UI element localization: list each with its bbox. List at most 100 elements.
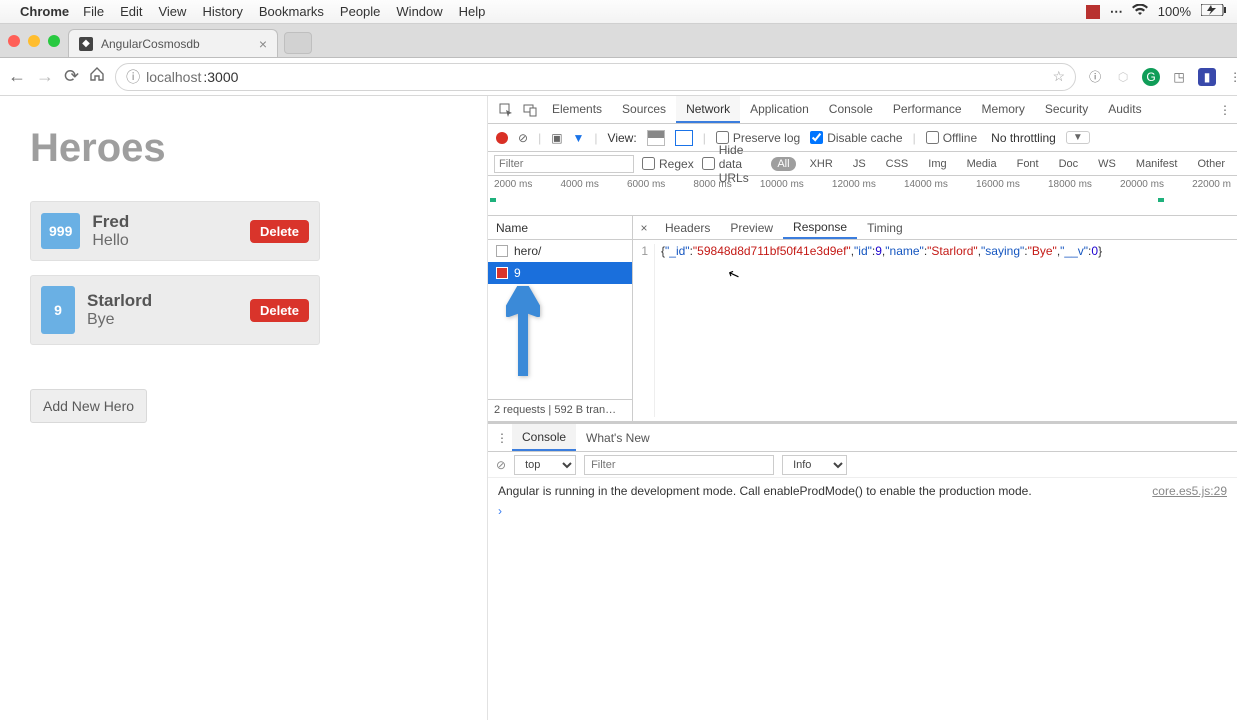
request-row[interactable]: 9 — [488, 262, 632, 284]
network-timeline[interactable]: 2000 ms 4000 ms 6000 ms 8000 ms 10000 ms… — [488, 176, 1237, 216]
forward-button[interactable]: → — [36, 66, 54, 87]
console-source-link[interactable]: core.es5.js:29 — [1152, 484, 1227, 498]
filter-type-manifest[interactable]: Manifest — [1130, 157, 1184, 171]
window-controls — [8, 24, 60, 57]
home-button[interactable] — [89, 66, 105, 87]
hero-card[interactable]: 999 Fred Hello Delete — [30, 201, 320, 261]
hero-card[interactable]: 9 Starlord Bye Delete — [30, 275, 320, 345]
ext-purple-icon[interactable]: ▮ — [1198, 68, 1216, 86]
devtools-tab-application[interactable]: Application — [740, 96, 819, 123]
close-tab-icon[interactable]: × — [259, 36, 267, 52]
clear-console-icon[interactable]: ⊘ — [496, 458, 506, 472]
console-prompt[interactable]: › — [498, 504, 1227, 518]
maximize-window-button[interactable] — [48, 35, 60, 47]
devtools-tab-security[interactable]: Security — [1035, 96, 1098, 123]
ext-info-icon[interactable]: ⓘ — [1086, 68, 1104, 86]
filter-type-ws[interactable]: WS — [1092, 157, 1122, 171]
wifi-icon[interactable] — [1132, 4, 1148, 19]
regex-checkbox[interactable]: Regex — [642, 157, 694, 171]
menubar-app[interactable]: Chrome — [20, 4, 69, 19]
devtools-tab-sources[interactable]: Sources — [612, 96, 676, 123]
console-message: Angular is running in the development mo… — [498, 484, 1152, 498]
menu-view[interactable]: View — [158, 4, 186, 19]
view-small-icon[interactable] — [675, 130, 693, 146]
detail-tab-timing[interactable]: Timing — [857, 216, 913, 239]
bookmark-star-icon[interactable]: ☆ — [1053, 68, 1066, 85]
filter-type-xhr[interactable]: XHR — [804, 157, 839, 171]
detail-tab-response[interactable]: Response — [783, 216, 857, 239]
offline-checkbox[interactable]: Offline — [926, 131, 977, 145]
request-name: hero/ — [514, 244, 541, 258]
clear-button[interactable]: ⊘ — [518, 131, 528, 145]
timeline-tick: 2000 ms — [494, 179, 532, 190]
delete-hero-button[interactable]: Delete — [250, 220, 309, 243]
throttling-select[interactable]: No throttling — [991, 131, 1056, 145]
console-level-select[interactable]: Info — [782, 455, 847, 475]
devtools-tab-audits[interactable]: Audits — [1098, 96, 1151, 123]
record-button[interactable] — [496, 132, 508, 144]
menu-help[interactable]: Help — [459, 4, 486, 19]
devtools-tab-console[interactable]: Console — [819, 96, 883, 123]
request-list-header[interactable]: Name — [488, 216, 632, 240]
drawer-tab-whatsnew[interactable]: What's New — [576, 424, 660, 451]
network-filter-input[interactable] — [494, 155, 634, 173]
menu-edit[interactable]: Edit — [120, 4, 142, 19]
site-info-icon[interactable]: ⓘ — [126, 67, 140, 87]
filter-toggle-icon[interactable]: ▼ — [573, 131, 585, 145]
battery-icon — [1201, 4, 1227, 19]
reload-button[interactable]: ⟳ — [64, 66, 79, 87]
filter-type-all[interactable]: All — [771, 157, 795, 171]
capture-screenshots-icon[interactable]: ▣ — [551, 131, 562, 145]
menu-window[interactable]: Window — [396, 4, 442, 19]
devtools-tab-elements[interactable]: Elements — [542, 96, 612, 123]
devtools-tab-performance[interactable]: Performance — [883, 96, 972, 123]
console-filter-input[interactable] — [584, 455, 774, 475]
filter-type-img[interactable]: Img — [922, 157, 952, 171]
add-hero-button[interactable]: Add New Hero — [30, 389, 147, 423]
devtools-tab-memory[interactable]: Memory — [972, 96, 1035, 123]
filter-type-js[interactable]: JS — [847, 157, 872, 171]
ext-angular-icon[interactable]: ⬡ — [1114, 68, 1132, 86]
request-row[interactable]: hero/ — [488, 240, 632, 262]
menu-people[interactable]: People — [340, 4, 380, 19]
delete-hero-button[interactable]: Delete — [250, 299, 309, 322]
throttling-dropdown-icon[interactable]: ▼ — [1066, 131, 1090, 144]
close-detail-icon[interactable]: × — [633, 216, 655, 239]
response-body[interactable]: 1 {"_id":"59848d8d711bf50f41e3d9ef","id"… — [633, 240, 1237, 421]
detail-tab-preview[interactable]: Preview — [720, 216, 783, 239]
device-toolbar-icon[interactable] — [518, 96, 542, 123]
detail-tab-headers[interactable]: Headers — [655, 216, 720, 239]
devtools-menu-icon[interactable]: ⋮ — [1213, 96, 1237, 123]
request-type-icon — [496, 267, 508, 279]
address-bar[interactable]: ⓘ localhost:3000 ☆ — [115, 63, 1076, 91]
menu-history[interactable]: History — [202, 4, 242, 19]
filter-type-font[interactable]: Font — [1011, 157, 1045, 171]
close-window-button[interactable] — [8, 35, 20, 47]
ext-grammarly-icon[interactable]: G — [1142, 68, 1160, 86]
minimize-window-button[interactable] — [28, 35, 40, 47]
filter-type-doc[interactable]: Doc — [1053, 157, 1085, 171]
drawer-menu-icon[interactable]: ⋮ — [492, 424, 512, 451]
timeline-tick: 14000 ms — [904, 179, 948, 190]
view-large-icon[interactable] — [647, 130, 665, 146]
devtools-tab-network[interactable]: Network — [676, 96, 740, 123]
back-button[interactable]: ← — [8, 66, 26, 87]
drawer-tab-console[interactable]: Console — [512, 424, 576, 451]
new-tab-button[interactable] — [284, 32, 312, 54]
inspect-element-icon[interactable] — [494, 96, 518, 123]
menu-bookmarks[interactable]: Bookmarks — [259, 4, 324, 19]
disable-cache-checkbox[interactable]: Disable cache — [810, 131, 902, 145]
console-context-select[interactable]: top — [514, 455, 576, 475]
ext-generic-icon[interactable]: ◳ — [1170, 68, 1188, 86]
browser-menu-icon[interactable]: ⋮ — [1226, 68, 1237, 86]
console-message-row[interactable]: Angular is running in the development mo… — [498, 484, 1227, 498]
filter-type-media[interactable]: Media — [961, 157, 1003, 171]
tab-title: AngularCosmosdb — [101, 37, 200, 51]
extension-icons: ⓘ ⬡ G ◳ ▮ ⋮ — [1086, 68, 1237, 86]
browser-tab[interactable]: ◆ AngularCosmosdb × — [68, 29, 278, 57]
hero-id-badge: 999 — [41, 213, 80, 249]
filter-type-css[interactable]: CSS — [880, 157, 915, 171]
status-overflow-icon[interactable] — [1110, 4, 1122, 20]
filter-type-other[interactable]: Other — [1191, 157, 1231, 171]
menu-file[interactable]: File — [83, 4, 104, 19]
